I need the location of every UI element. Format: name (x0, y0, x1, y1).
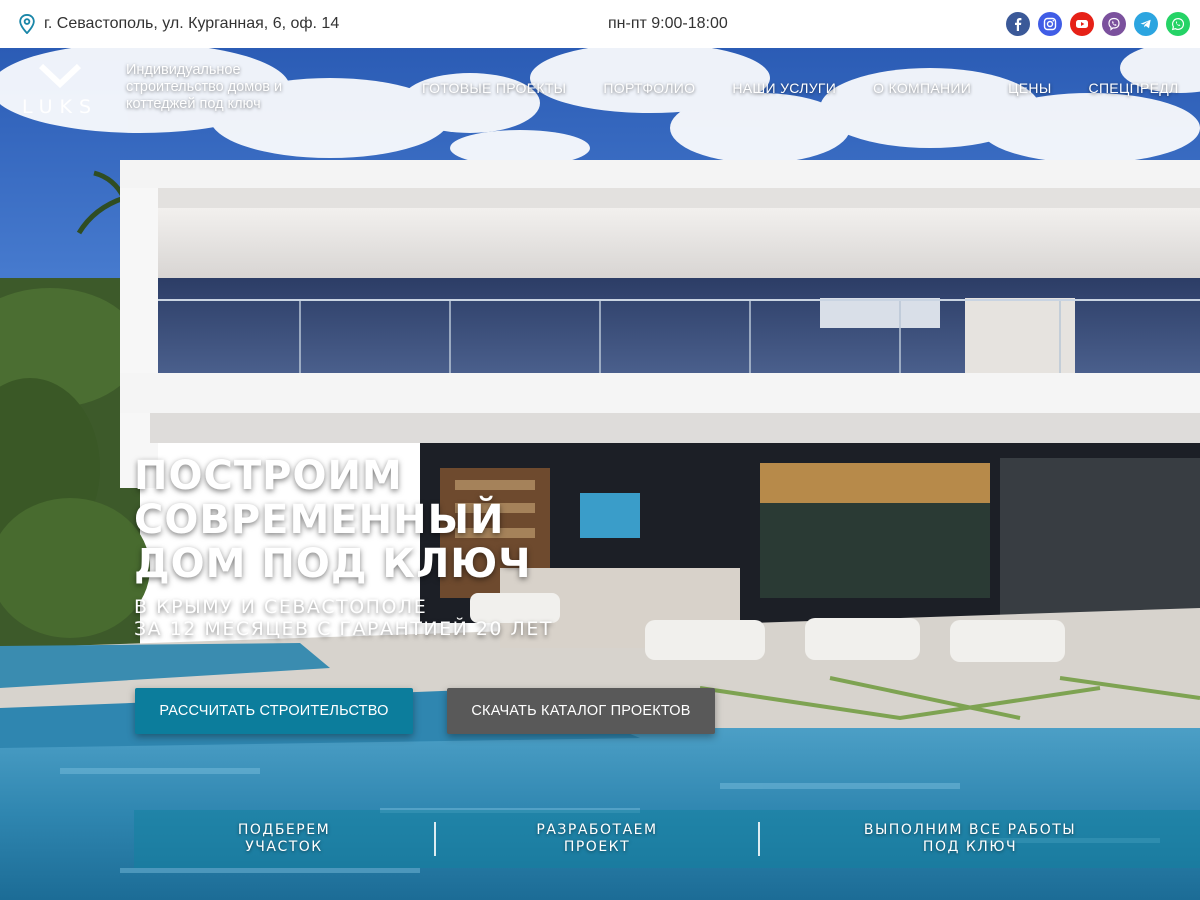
telegram-icon[interactable] (1134, 12, 1158, 36)
headline-line: ПОСТРОИМ (134, 453, 403, 499)
nav-item-portfolio[interactable]: ПОРТФОЛИО (603, 80, 695, 96)
subheadline-line: В КРЫМУ И СЕВАСТОПОЛЕ (134, 596, 428, 618)
calculate-construction-button[interactable]: РАССЧИТАТЬ СТРОИТЕЛЬСТВО (135, 688, 413, 734)
youtube-icon[interactable] (1070, 12, 1094, 36)
headline-line: ДОМ ПОД КЛЮЧ (134, 541, 532, 587)
nav-item-services[interactable]: НАШИ УСЛУГИ (732, 80, 836, 96)
top-bar: г. Севастополь, ул. Курганная, 6, оф. 14… (0, 0, 1200, 48)
nav-item-ready-projects[interactable]: ГОТОВЫЕ ПРОЕКТЫ (422, 80, 566, 96)
address-text: г. Севастополь, ул. Курганная, 6, оф. 14 (44, 15, 340, 32)
logo-text: LUKS (21, 96, 99, 118)
main-nav: ГОТОВЫЕ ПРОЕКТЫ ПОРТФОЛИО НАШИ УСЛУГИ О … (422, 80, 1200, 96)
nav-item-prices[interactable]: ЦЕНЫ (1008, 80, 1051, 96)
nav-item-about[interactable]: О КОМПАНИИ (873, 80, 971, 96)
address: г. Севастополь, ул. Курганная, 6, оф. 14 (18, 14, 339, 34)
viber-icon[interactable] (1102, 12, 1126, 36)
working-hours: пн-пт 9:00-18:00 (608, 15, 728, 32)
hero-headline: ПОСТРОИМ СОВРЕМЕННЫЙ ДОМ ПОД КЛЮЧ (134, 454, 532, 586)
step-line: ПОД КЛЮЧ (922, 839, 1018, 855)
hero-section: LUKS Индивидуальное строительство домов … (0, 48, 1200, 900)
step-select-plot: ПОДБЕРЕМ УЧАСТОК (134, 810, 434, 868)
step-line: УЧАСТОК (245, 839, 323, 855)
step-turnkey-works: ВЫПОЛНИМ ВСЕ РАБОТЫ ПОД КЛЮЧ (760, 810, 1180, 868)
social-links (1006, 12, 1190, 36)
step-line: ВЫПОЛНИМ ВСЕ РАБОТЫ (863, 822, 1077, 838)
brand-tagline: Индивидуальное строительство домов и кот… (126, 62, 283, 112)
steps-strip: ПОДБЕРЕМ УЧАСТОК РАЗРАБОТАЕМ ПРОЕКТ ВЫПО… (134, 810, 1200, 868)
step-develop-project: РАЗРАБОТАЕМ ПРОЕКТ (436, 810, 758, 868)
logo[interactable]: LUKS (16, 62, 104, 122)
location-pin-icon (19, 14, 35, 34)
hero-subheadline: В КРЫМУ И СЕВАСТОПОЛЕ ЗА 12 МЕСЯЦЕВ С ГА… (134, 596, 553, 640)
subheadline-line: ЗА 12 МЕСЯЦЕВ С ГАРАНТИЕЙ 20 ЛЕТ (134, 618, 553, 640)
step-line: РАЗРАБОТАЕМ (536, 822, 658, 838)
instagram-icon[interactable] (1038, 12, 1062, 36)
step-line: ПОДБЕРЕМ (237, 822, 331, 838)
facebook-icon[interactable] (1006, 12, 1030, 36)
nav-item-special-offers[interactable]: СПЕЦПРЕДЛ (1089, 80, 1179, 96)
download-catalog-button[interactable]: СКАЧАТЬ КАТАЛОГ ПРОЕКТОВ (447, 688, 715, 734)
step-line: ПРОЕКТ (563, 839, 631, 855)
whatsapp-icon[interactable] (1166, 12, 1190, 36)
logo-chevron-icon (38, 63, 82, 89)
headline-line: СОВРЕМЕННЫЙ (134, 497, 505, 543)
